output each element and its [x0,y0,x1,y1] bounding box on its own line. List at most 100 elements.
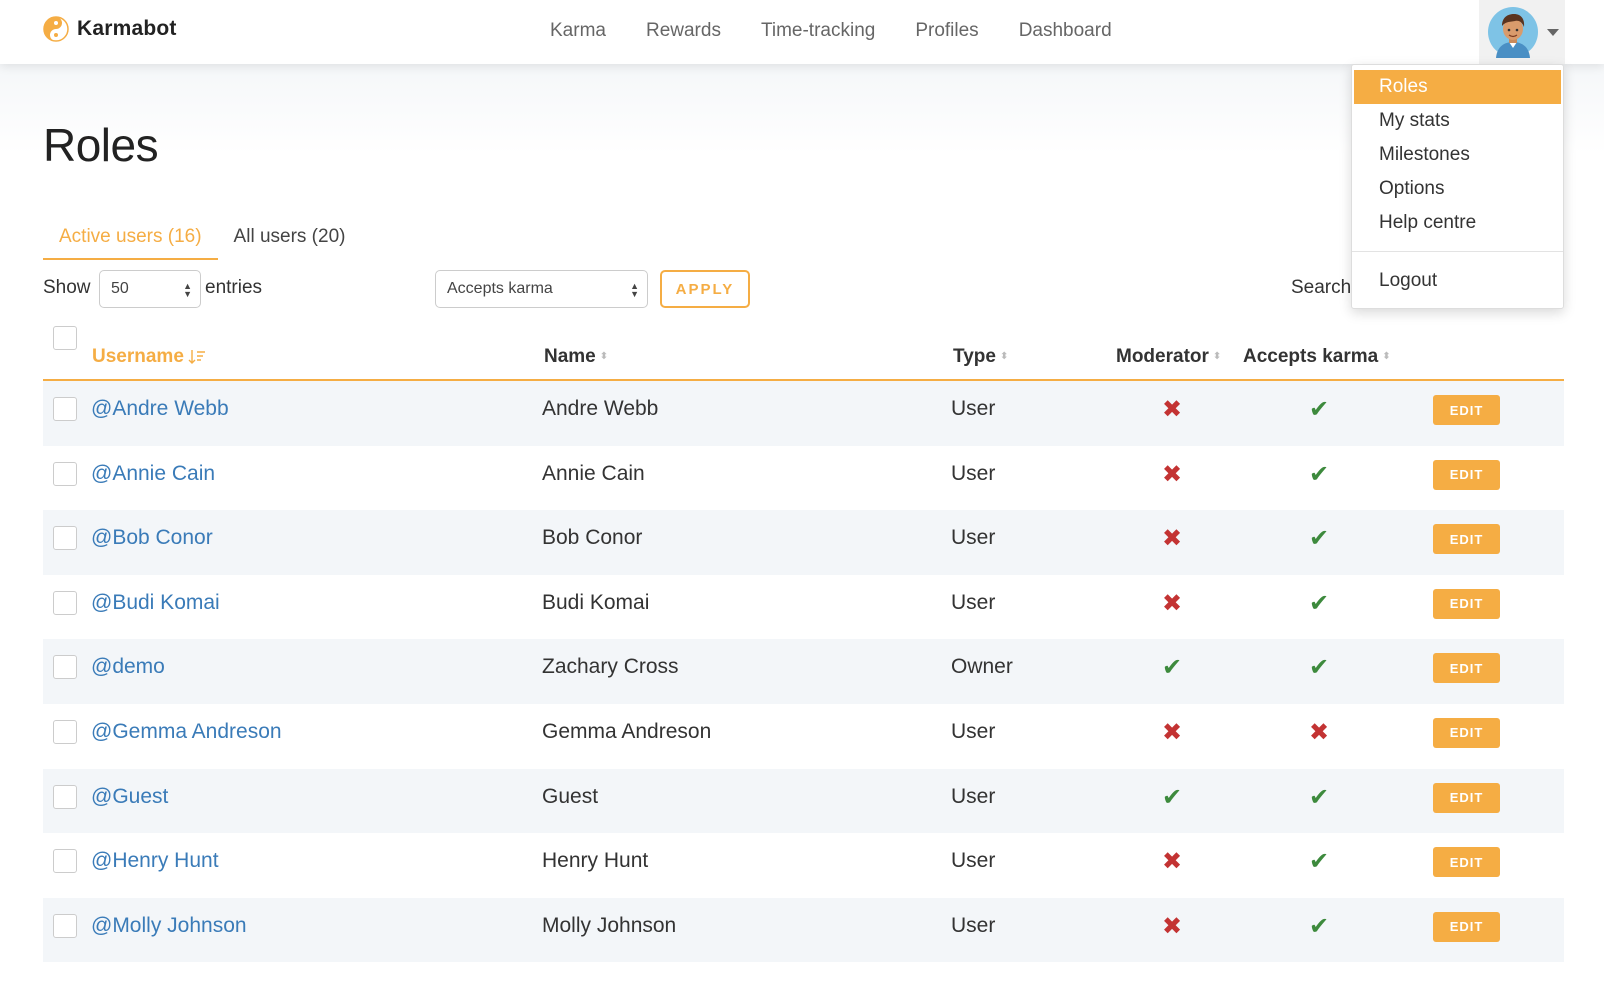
edit-button[interactable]: EDIT [1433,459,1500,490]
top-nav-bar: Karmabot Karma Rewards Time-tracking Pro… [0,0,1604,64]
accepts-karma-check-icon: ✔ [1309,654,1330,682]
nav-link-rewards[interactable]: Rewards [646,20,721,42]
type-cell: User [951,913,996,937]
table-controls: Show 50 ▲ ▼ entries Accepts karma ▲ ▼ APPL… [43,270,1563,310]
search-label: Search [1291,277,1352,298]
name-cell: Bob Conor [542,526,643,550]
brand-name: Karmabot [77,17,177,40]
type-cell: User [951,461,996,485]
menu-item-milestones[interactable]: Milestones [1352,138,1563,172]
column-header-label: Username [92,346,184,367]
edit-button[interactable]: EDIT [1433,782,1500,813]
username-link[interactable]: @Budi Komai [91,591,220,615]
sort-descending-icon [188,350,205,364]
tab-active-users[interactable]: Active users (16) [43,220,218,260]
nav-link-profiles[interactable]: Profiles [915,20,978,42]
username-link[interactable]: @Bob Conor [91,526,213,550]
column-header-moderator[interactable]: Moderator ⬍ [1116,346,1221,368]
row-checkbox[interactable] [53,719,77,744]
moderator-cross-icon: ✖ [1162,589,1183,617]
username-link[interactable]: @Henry Hunt [91,849,219,873]
roles-table: Username Name ⬍ Type ⬍ Moderator ⬍ Accep… [43,320,1564,963]
page-title: Roles [43,119,159,171]
row-checkbox[interactable] [53,849,77,874]
name-cell: Andre Webb [542,397,659,420]
column-header-name[interactable]: Name ⬍ [544,346,608,368]
menu-item-help-centre[interactable]: Help centre [1352,206,1563,240]
user-menu-toggle[interactable] [1479,0,1565,64]
edit-button[interactable]: EDIT [1433,717,1500,748]
username-link[interactable]: @Molly Johnson [91,914,247,938]
user-tabs: Active users (16) All users (20) [43,220,361,260]
menu-item-my-stats[interactable]: My stats [1352,104,1563,138]
type-cell: User [951,784,996,808]
table-body: @Andre Webb Andre Webb User ✖ ✔ EDIT @Annie Ca… [43,381,1564,963]
menu-divider [1352,251,1563,252]
moderator-cross-icon: ✖ [1162,396,1183,423]
sort-icon: ⬍ [1382,351,1391,362]
row-checkbox[interactable] [53,913,77,938]
username-link[interactable]: @Guest [91,785,168,809]
column-header-accepts-karma[interactable]: Accepts karma ⬍ [1243,346,1391,368]
username-link[interactable]: @Andre Webb [91,397,229,421]
edit-button[interactable]: EDIT [1433,588,1500,619]
moderator-check-icon: ✔ [1162,783,1183,811]
row-checkbox[interactable] [53,526,77,551]
menu-item-roles[interactable]: Roles [1354,70,1561,104]
sort-icon: ⬍ [599,351,609,362]
nav-link-time-tracking[interactable]: Time-tracking [761,20,875,42]
accepts-karma-check-icon: ✔ [1309,848,1330,876]
select-all-checkbox[interactable] [53,326,77,350]
table-row: @Henry Hunt Henry Hunt User ✖ ✔ EDIT [43,833,1564,898]
accepts-karma-cross-icon: ✖ [1309,718,1330,746]
entries-select[interactable]: 50 ▲ ▼ [99,270,201,308]
edit-button[interactable]: EDIT [1433,395,1500,425]
row-checkbox[interactable] [53,590,77,615]
row-checkbox[interactable] [53,397,77,421]
accepts-karma-check-icon: ✔ [1309,912,1330,940]
username-link[interactable]: @demo [91,655,165,679]
edit-button[interactable]: EDIT [1433,653,1500,684]
type-cell: User [951,590,996,614]
name-cell: Molly Johnson [542,913,677,937]
filter-select[interactable]: Accepts karma ▲ ▼ [435,270,648,308]
edit-button[interactable]: EDIT [1433,524,1500,555]
edit-button[interactable]: EDIT [1433,847,1500,878]
type-cell: User [951,397,996,420]
name-cell: Budi Komai [542,590,650,614]
menu-item-options[interactable]: Options [1352,172,1563,206]
menu-item-logout[interactable]: Logout [1352,264,1563,298]
username-link[interactable]: @Annie Cain [91,462,215,486]
column-header-type[interactable]: Type ⬍ [953,346,1008,368]
brand[interactable]: Karmabot [43,16,177,42]
select-arrows-icon: ▲ ▼ [183,281,192,299]
username-link[interactable]: @Gemma Andreson [91,720,282,744]
chevron-down-icon [1547,28,1559,36]
user-dropdown-menu: Roles My stats Milestones Options Help c… [1351,64,1564,309]
row-checkbox[interactable] [53,461,77,486]
nav-link-karma[interactable]: Karma [550,20,606,42]
table-row: @Budi Komai Budi Komai User ✖ ✔ EDIT [43,575,1564,640]
row-checkbox[interactable] [53,655,77,680]
column-header-label: Name [544,346,596,367]
edit-button[interactable]: EDIT [1433,911,1500,942]
row-checkbox[interactable] [53,784,77,809]
name-cell: Henry Hunt [542,849,649,873]
moderator-cross-icon: ✖ [1162,848,1183,876]
column-header-username[interactable]: Username [92,346,206,368]
table-header: Username Name ⬍ Type ⬍ Moderator ⬍ Accep… [43,320,1564,381]
entries-select-value: 50 [111,280,129,297]
name-cell: Gemma Andreson [542,719,712,743]
table-row: @Andre Webb Andre Webb User ✖ ✔ EDIT [43,381,1564,446]
name-cell: Annie Cain [542,461,645,485]
name-cell: Guest [542,784,599,808]
column-header-label: Moderator [1116,346,1209,367]
nav-link-dashboard[interactable]: Dashboard [1019,20,1112,42]
column-header-label: Type [953,346,996,367]
moderator-cross-icon: ✖ [1162,912,1183,940]
apply-button[interactable]: APPLY [660,270,750,308]
tab-all-users[interactable]: All users (20) [218,220,362,260]
entries-label: entries [205,277,263,298]
select-arrows-icon: ▲ ▼ [630,281,639,299]
column-header-label: Accepts karma [1243,346,1379,367]
